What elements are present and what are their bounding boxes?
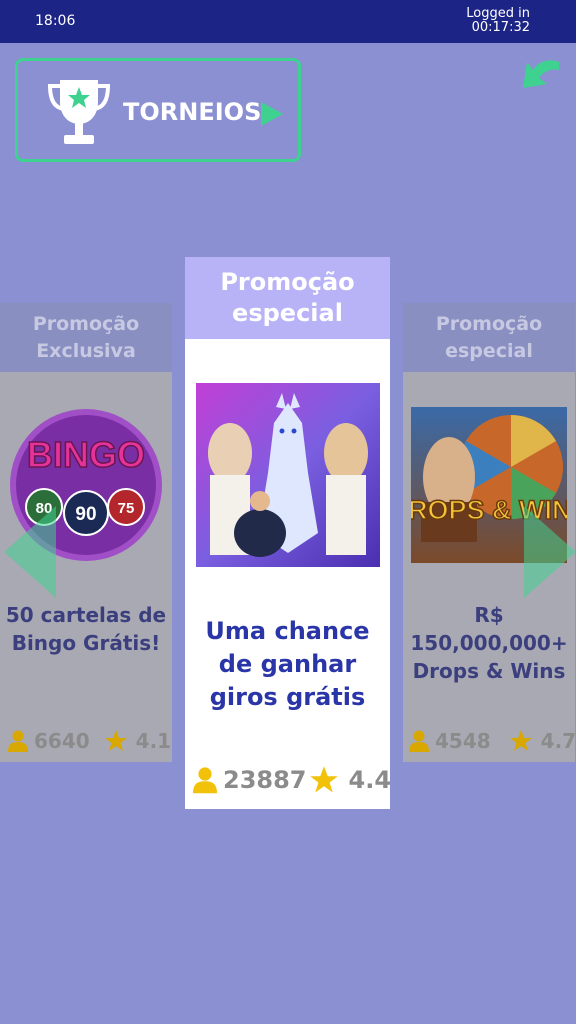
rating-value: 4.7	[540, 729, 576, 753]
play-icon	[261, 102, 283, 126]
player-count: 6640	[34, 729, 90, 753]
carousel-next-icon[interactable]	[524, 506, 576, 598]
card-header: Promoção Exclusiva	[0, 303, 172, 372]
login-timer: Logged in 00:17:32	[466, 7, 530, 35]
torneios-label: TORNEIOS	[123, 98, 262, 126]
trophy-icon	[47, 80, 111, 144]
card-title: 50 cartelas de Bingo Grátis!	[5, 603, 167, 655]
card-stats: 23887 4.4	[193, 765, 391, 795]
star-icon	[509, 730, 532, 751]
card-header: Promoção especial	[403, 303, 575, 372]
card-title: R$ 150,000,000+ Drops & Wins	[410, 603, 568, 683]
user-icon	[8, 730, 28, 752]
back-arrow-icon[interactable]	[519, 56, 563, 92]
star-icon	[104, 730, 127, 751]
clock: 18:06	[35, 13, 76, 29]
login-label: Logged in	[466, 6, 530, 21]
card-stats: 4548 4.7	[409, 729, 576, 753]
user-icon	[193, 767, 217, 794]
rating-value: 4.1	[135, 729, 172, 753]
player-count: 4548	[435, 729, 491, 753]
user-icon	[409, 730, 429, 752]
login-duration: 00:17:32	[471, 20, 530, 35]
promo-card-center[interactable]: Promoção especial Uma chance de ganhar g	[185, 257, 391, 809]
card-title: Uma chance de ganhar giros grátis	[205, 617, 370, 711]
star-icon	[309, 766, 338, 793]
card-header: Promoção especial	[185, 257, 390, 339]
wolf-gods-image	[196, 383, 380, 567]
torneios-button[interactable]: TORNEIOS	[15, 58, 301, 162]
svg-text:BINGO: BINGO	[27, 434, 145, 475]
status-bar: 18:06 Logged in 00:17:32	[0, 0, 576, 43]
player-count: 23887	[223, 766, 307, 794]
carousel-prev-icon[interactable]	[4, 506, 56, 598]
svg-text:90: 90	[75, 504, 96, 525]
card-stats: 6640 4.1	[8, 729, 171, 753]
svg-text:75: 75	[118, 500, 135, 517]
rating-value: 4.4	[348, 766, 392, 794]
